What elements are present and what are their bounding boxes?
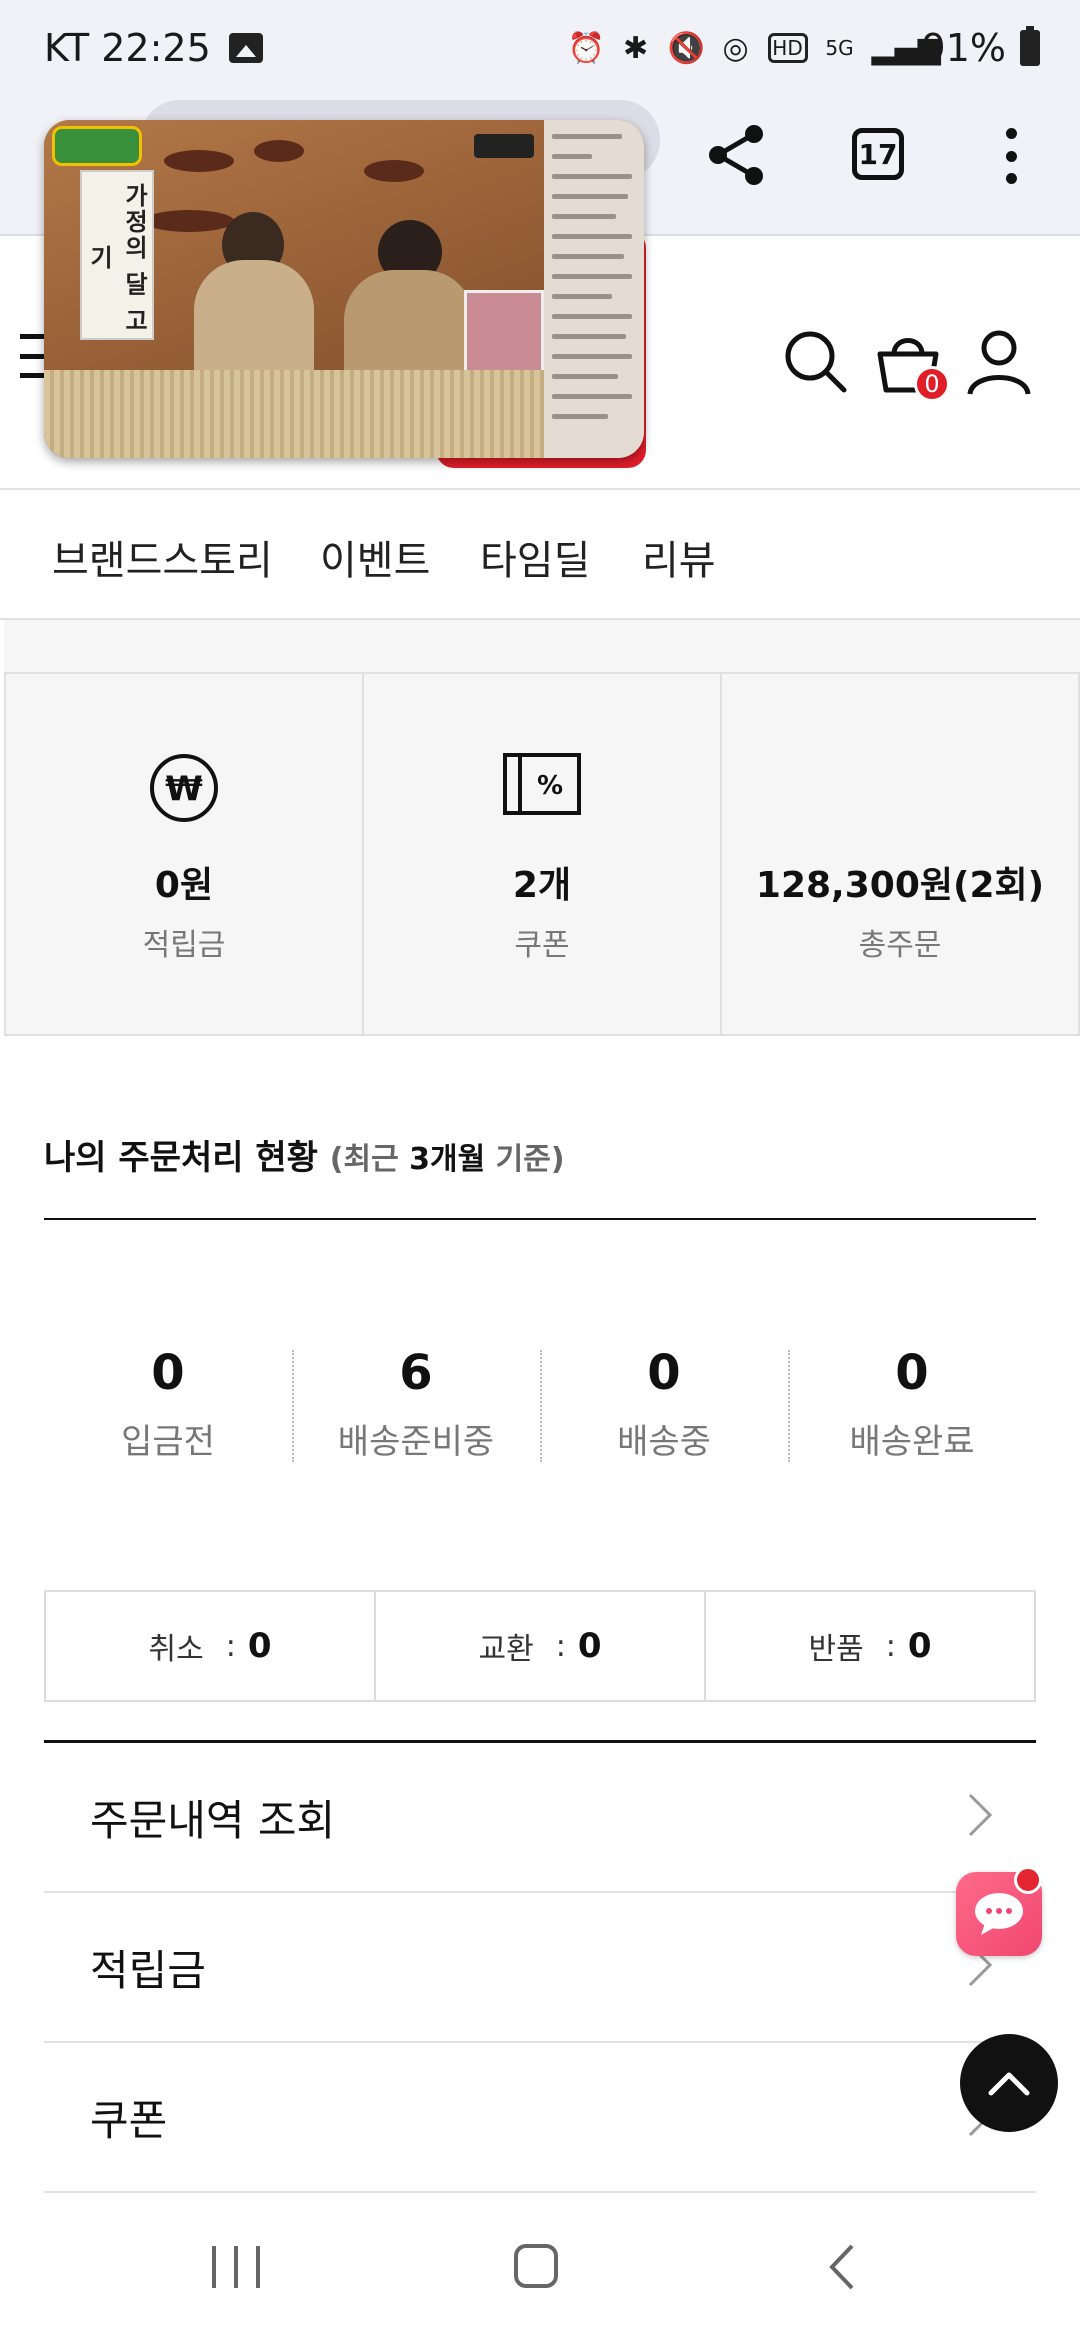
- tab-count: 17: [858, 137, 898, 171]
- total-orders-label: 총주문: [858, 928, 942, 963]
- tabs-icon[interactable]: 17: [852, 128, 904, 180]
- video-tag: [474, 134, 534, 158]
- order-status-steps: 0 입금전 6 배송준비중 0 배송중 0 배송완료: [44, 1340, 1036, 1462]
- step-shipping[interactable]: 0 배송중: [540, 1340, 788, 1462]
- chat-notification-dot: [1014, 1866, 1042, 1894]
- cancel-count[interactable]: 취소:0: [46, 1592, 374, 1700]
- chat-bubble-icon: [975, 1893, 1023, 1935]
- cave-painting-figure: [164, 150, 234, 172]
- summary-points[interactable]: ₩ 0원 적립금: [4, 672, 364, 1036]
- menu-coupons[interactable]: 쿠폰: [44, 2043, 1036, 2193]
- exchange-count[interactable]: 교환:0: [374, 1592, 704, 1700]
- cave-painting-figure: [144, 210, 234, 232]
- hd-icon: HD: [767, 33, 808, 63]
- cave-painting-figure: [254, 140, 304, 162]
- video-table: [44, 370, 544, 458]
- channel-logo: [52, 126, 142, 166]
- cave-painting-figure: [364, 160, 424, 182]
- 5g-icon: 5G: [825, 36, 854, 60]
- nav-brand-story[interactable]: 브랜드스토리: [52, 528, 273, 586]
- signal-icon: ▂▄▆: [871, 30, 941, 66]
- account-summary: ₩ 0원 적립금 % 2개 쿠폰 128,300원(2회) 총주문: [4, 620, 1080, 1036]
- divider: [44, 1218, 1036, 1220]
- cancel-exchange-return-box: 취소:0 교환:0 반품:0: [44, 1590, 1036, 1702]
- mute-icon: 🔇: [667, 30, 705, 66]
- hotspot-icon: ◎: [722, 30, 749, 66]
- menu-order-history[interactable]: 주문내역 조회: [44, 1743, 1036, 1893]
- back-icon[interactable]: [826, 2242, 856, 2292]
- bluetooth-icon: ✱: [622, 30, 649, 66]
- order-status-subtitle: (최근 3개월 기준): [329, 1142, 565, 1177]
- video-sign: 가정의 달 고기: [80, 170, 154, 340]
- points-value: 0원: [154, 865, 214, 906]
- pip-video-player[interactable]: 가정의 달 고기: [44, 120, 644, 458]
- nav-review[interactable]: 리뷰: [642, 528, 716, 586]
- return-count[interactable]: 반품:0: [704, 1592, 1034, 1700]
- total-orders-value: 128,300원(2회): [755, 865, 1045, 906]
- step-preparing[interactable]: 6 배송준비중: [292, 1340, 540, 1462]
- coupon-value: 2개: [512, 865, 572, 906]
- won-icon: ₩: [150, 754, 218, 822]
- home-icon[interactable]: [514, 2244, 558, 2288]
- chevron-right-icon: [968, 1793, 993, 1837]
- menu-points[interactable]: 적립금: [44, 1893, 1036, 2043]
- points-label: 적립금: [142, 928, 226, 963]
- summary-orders[interactable]: 128,300원(2회) 총주문: [722, 672, 1080, 1036]
- nav-time-deal[interactable]: 타임딜: [480, 528, 590, 586]
- svg-text:%: %: [537, 771, 563, 801]
- battery-percent: 91%: [921, 26, 1006, 70]
- coupon-icon: %: [503, 753, 581, 815]
- status-bar: KT 22:25 ⏰ ✱ 🔇 ◎ HD 5G ▂▄▆ 91%: [0, 0, 1080, 100]
- step-awaiting-payment[interactable]: 0 입금전: [44, 1340, 292, 1462]
- scroll-to-top-button[interactable]: [960, 2034, 1058, 2132]
- user-icon[interactable]: [966, 328, 1032, 396]
- more-icon[interactable]: [1000, 128, 1022, 184]
- gallery-icon: [228, 33, 263, 63]
- category-nav: 브랜드스토리 이벤트 타임딜 리뷰: [0, 490, 1080, 620]
- chevron-up-icon: [988, 2072, 1030, 2096]
- nav-event[interactable]: 이벤트: [320, 528, 430, 586]
- search-icon[interactable]: [782, 328, 848, 394]
- order-status-title: 나의 주문처리 현황 (최근 3개월 기준): [44, 1138, 565, 1178]
- cart-count-badge: 0: [914, 366, 950, 402]
- android-nav-bar: [0, 2200, 1080, 2340]
- recents-icon[interactable]: [212, 2246, 260, 2288]
- carrier-time: KT 22:25: [44, 26, 211, 70]
- alarm-icon: ⏰: [567, 30, 605, 66]
- coupon-label: 쿠폰: [514, 928, 570, 963]
- svg-text:₩: ₩: [165, 769, 203, 809]
- share-icon[interactable]: [704, 122, 770, 188]
- summary-coupons[interactable]: % 2개 쿠폰: [364, 672, 722, 1036]
- battery-icon: [1020, 26, 1040, 66]
- step-delivered[interactable]: 0 배송완료: [788, 1340, 1036, 1462]
- live-chat-panel: [544, 120, 644, 458]
